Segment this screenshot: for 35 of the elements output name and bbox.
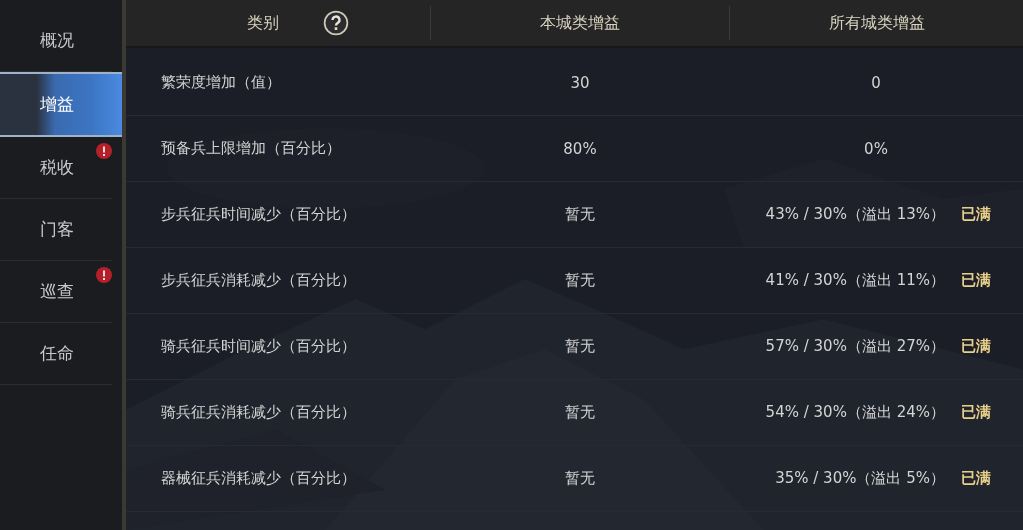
table-cell-text: 器械征兵消耗减少（百分比） <box>160 469 357 488</box>
table-cell: 43% / 30%（溢出 13%） <box>765 205 945 224</box>
sidebar-tab[interactable]: 任命 <box>0 323 112 385</box>
column-header: 本城类增益 <box>540 12 620 34</box>
status-label: 已满 <box>961 403 991 422</box>
table-cell: 54% / 30%（溢出 24%） <box>765 403 945 422</box>
table-cell-text: 骑兵征兵时间减少（百分比） <box>160 337 357 356</box>
status-label: 已满 <box>961 469 991 488</box>
sidebar-tab[interactable]: 增益 <box>0 72 122 137</box>
table-cell: 0 <box>871 73 881 92</box>
table-cell-text: 暂无 <box>564 205 596 224</box>
column-header: 所有城类增益 <box>828 12 925 34</box>
table-cell: 41% / 30%（溢出 11%） <box>765 271 945 290</box>
sidebar-tab[interactable]: 巡查 <box>0 261 112 323</box>
table-cell-text: 步兵征兵时间减少（百分比） <box>160 205 357 224</box>
sidebar-tab[interactable]: 税收 <box>0 137 112 199</box>
help-button[interactable] <box>323 10 349 36</box>
status-label: 已满 <box>961 205 991 224</box>
status-label: 已满 <box>961 337 991 356</box>
table-cell-text: 暂无 <box>564 469 596 488</box>
table-cell-text: 30 <box>569 73 591 92</box>
status-label: 已满 <box>961 271 991 290</box>
table-cell-text: 骑兵征兵消耗减少（百分比） <box>160 403 357 422</box>
table-cell-text: 预备兵上限增加（百分比） <box>160 139 342 158</box>
table-cell-text: 暂无 <box>564 337 596 356</box>
table-cell: 35% / 30%（溢出 5%） <box>775 469 945 488</box>
table-cell-text: 暂无 <box>564 403 596 422</box>
table-cell-text: 步兵征兵消耗减少（百分比） <box>160 271 357 290</box>
table-cell-text: 繁荣度增加（值） <box>160 73 282 92</box>
table-cell: 0% <box>864 139 888 158</box>
table-cell-text: 暂无 <box>564 271 596 290</box>
table-cell: 57% / 30%（溢出 27%） <box>765 337 945 356</box>
table-cell-text: 80% <box>562 139 598 158</box>
sidebar-tab[interactable]: 门客 <box>0 199 112 261</box>
column-header: 类别 <box>247 12 279 34</box>
